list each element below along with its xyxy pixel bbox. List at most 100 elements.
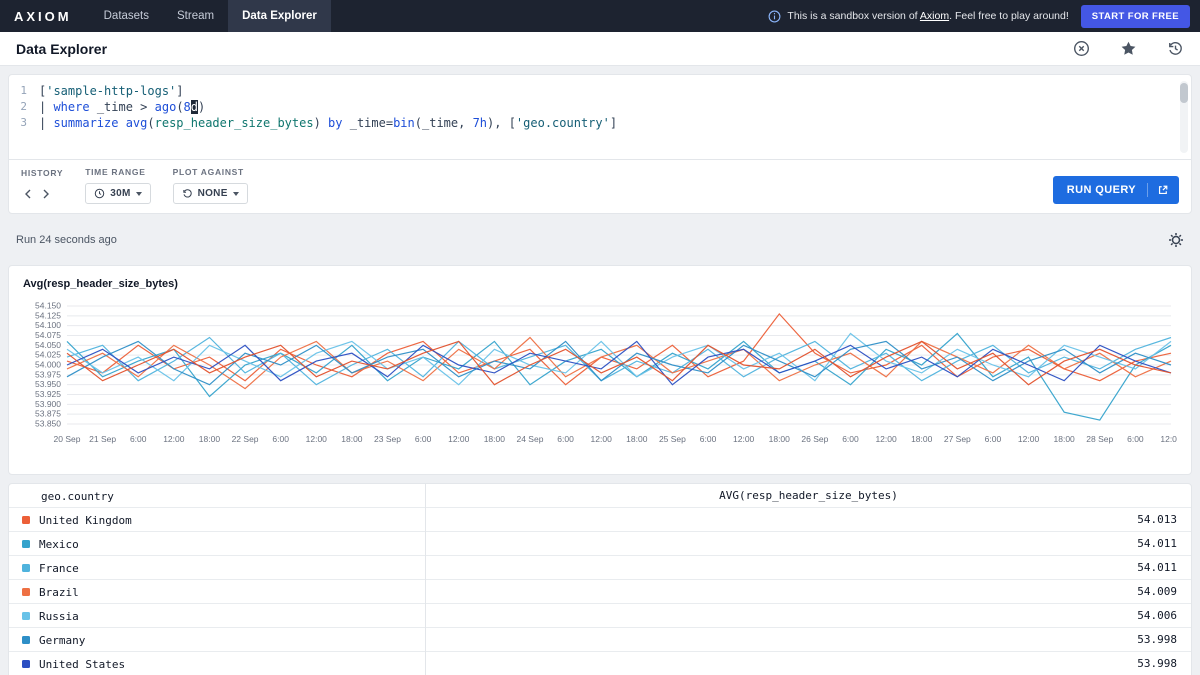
query-card: 1['sample-http-logs'] 2| where _time > a… xyxy=(8,74,1192,214)
code-line[interactable]: | where _time > ago(8d) xyxy=(39,99,205,115)
svg-text:12:00: 12:00 xyxy=(1018,434,1040,444)
time-range-group: TIME RANGE 30M xyxy=(85,167,150,204)
svg-text:12:00: 12:00 xyxy=(1160,434,1177,444)
series-color-swatch xyxy=(22,540,30,548)
svg-text:6:00: 6:00 xyxy=(842,434,859,444)
info-icon xyxy=(768,10,781,23)
table-row[interactable]: Russia 54.006 xyxy=(9,604,1191,628)
query-editor[interactable]: 1['sample-http-logs'] 2| where _time > a… xyxy=(9,75,1191,159)
svg-text:12:00: 12:00 xyxy=(448,434,470,444)
time-range-label: TIME RANGE xyxy=(85,167,150,177)
plot-against-value: NONE xyxy=(198,188,228,199)
svg-text:6:00: 6:00 xyxy=(1127,434,1144,444)
avg-value: 53.998 xyxy=(425,628,1191,652)
last-run-status: Run 24 seconds ago xyxy=(16,234,117,246)
sandbox-notice: This is a sandbox version of Axiom. Feel… xyxy=(768,0,1080,32)
svg-text:18:00: 18:00 xyxy=(911,434,933,444)
history-next-button[interactable] xyxy=(39,187,53,201)
svg-text:6:00: 6:00 xyxy=(272,434,289,444)
svg-text:18:00: 18:00 xyxy=(1054,434,1076,444)
svg-text:18:00: 18:00 xyxy=(769,434,791,444)
series-color-swatch xyxy=(22,636,30,644)
svg-text:25 Sep: 25 Sep xyxy=(659,434,686,444)
line-number: 2 xyxy=(9,99,39,115)
external-link-icon[interactable] xyxy=(1157,184,1169,196)
svg-text:26 Sep: 26 Sep xyxy=(801,434,828,444)
table-body: United Kingdom54.013Mexico54.011France54… xyxy=(9,508,1191,675)
country-label: United States xyxy=(39,658,125,671)
table-row[interactable]: Germany53.998 xyxy=(9,628,1191,652)
time-range-button[interactable]: 30M xyxy=(85,183,150,204)
plot-against-label: PLOT AGAINST xyxy=(173,167,248,177)
plot-against-group: PLOT AGAINST NONE xyxy=(173,167,248,204)
run-query-button[interactable]: RUN QUERY xyxy=(1053,176,1179,204)
svg-text:53.850: 53.850 xyxy=(35,419,61,429)
svg-text:22 Sep: 22 Sep xyxy=(232,434,259,444)
table-row[interactable]: Mexico54.011 xyxy=(9,532,1191,556)
column-header-avg[interactable]: AVG(resp_header_size_bytes) xyxy=(425,484,1191,508)
svg-text:23 Sep: 23 Sep xyxy=(374,434,401,444)
svg-text:54.000: 54.000 xyxy=(35,360,61,370)
top-navbar: AXIOM Datasets Stream Data Explorer This… xyxy=(0,0,1200,32)
country-label: Brazil xyxy=(39,586,79,599)
svg-text:54.125: 54.125 xyxy=(35,310,61,320)
page-header: Data Explorer xyxy=(0,32,1200,66)
chevron-down-icon xyxy=(233,192,239,196)
series-color-swatch xyxy=(22,564,30,572)
svg-text:18:00: 18:00 xyxy=(484,434,506,444)
svg-text:53.875: 53.875 xyxy=(35,409,61,419)
avg-value: 54.013 xyxy=(425,508,1191,532)
svg-text:54.025: 54.025 xyxy=(35,350,61,360)
time-range-value: 30M xyxy=(110,188,130,199)
svg-text:12:00: 12:00 xyxy=(591,434,613,444)
restore-icon xyxy=(182,188,193,199)
svg-text:12:00: 12:00 xyxy=(306,434,328,444)
svg-text:24 Sep: 24 Sep xyxy=(516,434,543,444)
timeseries-chart[interactable]: 54.15054.12554.10054.07554.05054.02554.0… xyxy=(23,298,1177,468)
table-row[interactable]: United States53.998 xyxy=(9,652,1191,675)
svg-text:18:00: 18:00 xyxy=(626,434,648,444)
page-title: Data Explorer xyxy=(16,41,107,57)
start-for-free-button[interactable]: START FOR FREE xyxy=(1081,5,1190,28)
table-row[interactable]: Brazil54.009 xyxy=(9,580,1191,604)
history-prev-button[interactable] xyxy=(21,187,35,201)
avg-value: 54.006 xyxy=(425,604,1191,628)
svg-text:6:00: 6:00 xyxy=(557,434,574,444)
code-line[interactable]: ['sample-http-logs'] xyxy=(39,83,184,99)
code-line[interactable]: | summarize avg(resp_header_size_bytes) … xyxy=(39,115,617,131)
column-header-country[interactable]: geo.country xyxy=(9,490,425,503)
nav-item-datasets[interactable]: Datasets xyxy=(90,0,163,32)
clear-query-icon[interactable] xyxy=(1073,40,1090,57)
country-label: Russia xyxy=(39,610,79,623)
plot-against-button[interactable]: NONE xyxy=(173,183,248,204)
svg-text:21 Sep: 21 Sep xyxy=(89,434,116,444)
sandbox-text: This is a sandbox version of Axiom. Feel… xyxy=(787,10,1068,22)
axiom-link[interactable]: Axiom xyxy=(920,10,949,22)
nav-item-stream[interactable]: Stream xyxy=(163,0,228,32)
status-strip: Run 24 seconds ago xyxy=(0,222,1200,257)
gear-icon[interactable] xyxy=(1168,232,1184,248)
table-row[interactable]: France 54.011 xyxy=(9,556,1191,580)
nav-item-data-explorer[interactable]: Data Explorer xyxy=(228,0,331,32)
country-label: Mexico xyxy=(39,538,79,551)
star-icon[interactable] xyxy=(1120,40,1137,57)
series-color-swatch xyxy=(22,516,30,524)
avg-value: 54.011 xyxy=(425,556,1191,580)
editor-scrollbar[interactable] xyxy=(1180,81,1188,153)
history-group: HISTORY xyxy=(21,168,63,204)
svg-text:6:00: 6:00 xyxy=(130,434,147,444)
chevron-down-icon xyxy=(136,192,142,196)
history-icon[interactable] xyxy=(1167,40,1184,57)
series-color-swatch xyxy=(22,612,30,620)
line-number: 3 xyxy=(9,115,39,131)
svg-text:27 Sep: 27 Sep xyxy=(944,434,971,444)
results-table: geo.country AVG(resp_header_size_bytes) … xyxy=(8,483,1192,675)
axiom-logo[interactable]: AXIOM xyxy=(0,0,90,32)
history-label: HISTORY xyxy=(21,168,63,178)
run-query-label: RUN QUERY xyxy=(1067,184,1136,196)
clock-icon xyxy=(94,188,105,199)
svg-text:54.050: 54.050 xyxy=(35,340,61,350)
svg-text:18:00: 18:00 xyxy=(199,434,221,444)
table-row[interactable]: United Kingdom54.013 xyxy=(9,508,1191,532)
country-label: France xyxy=(39,562,79,575)
